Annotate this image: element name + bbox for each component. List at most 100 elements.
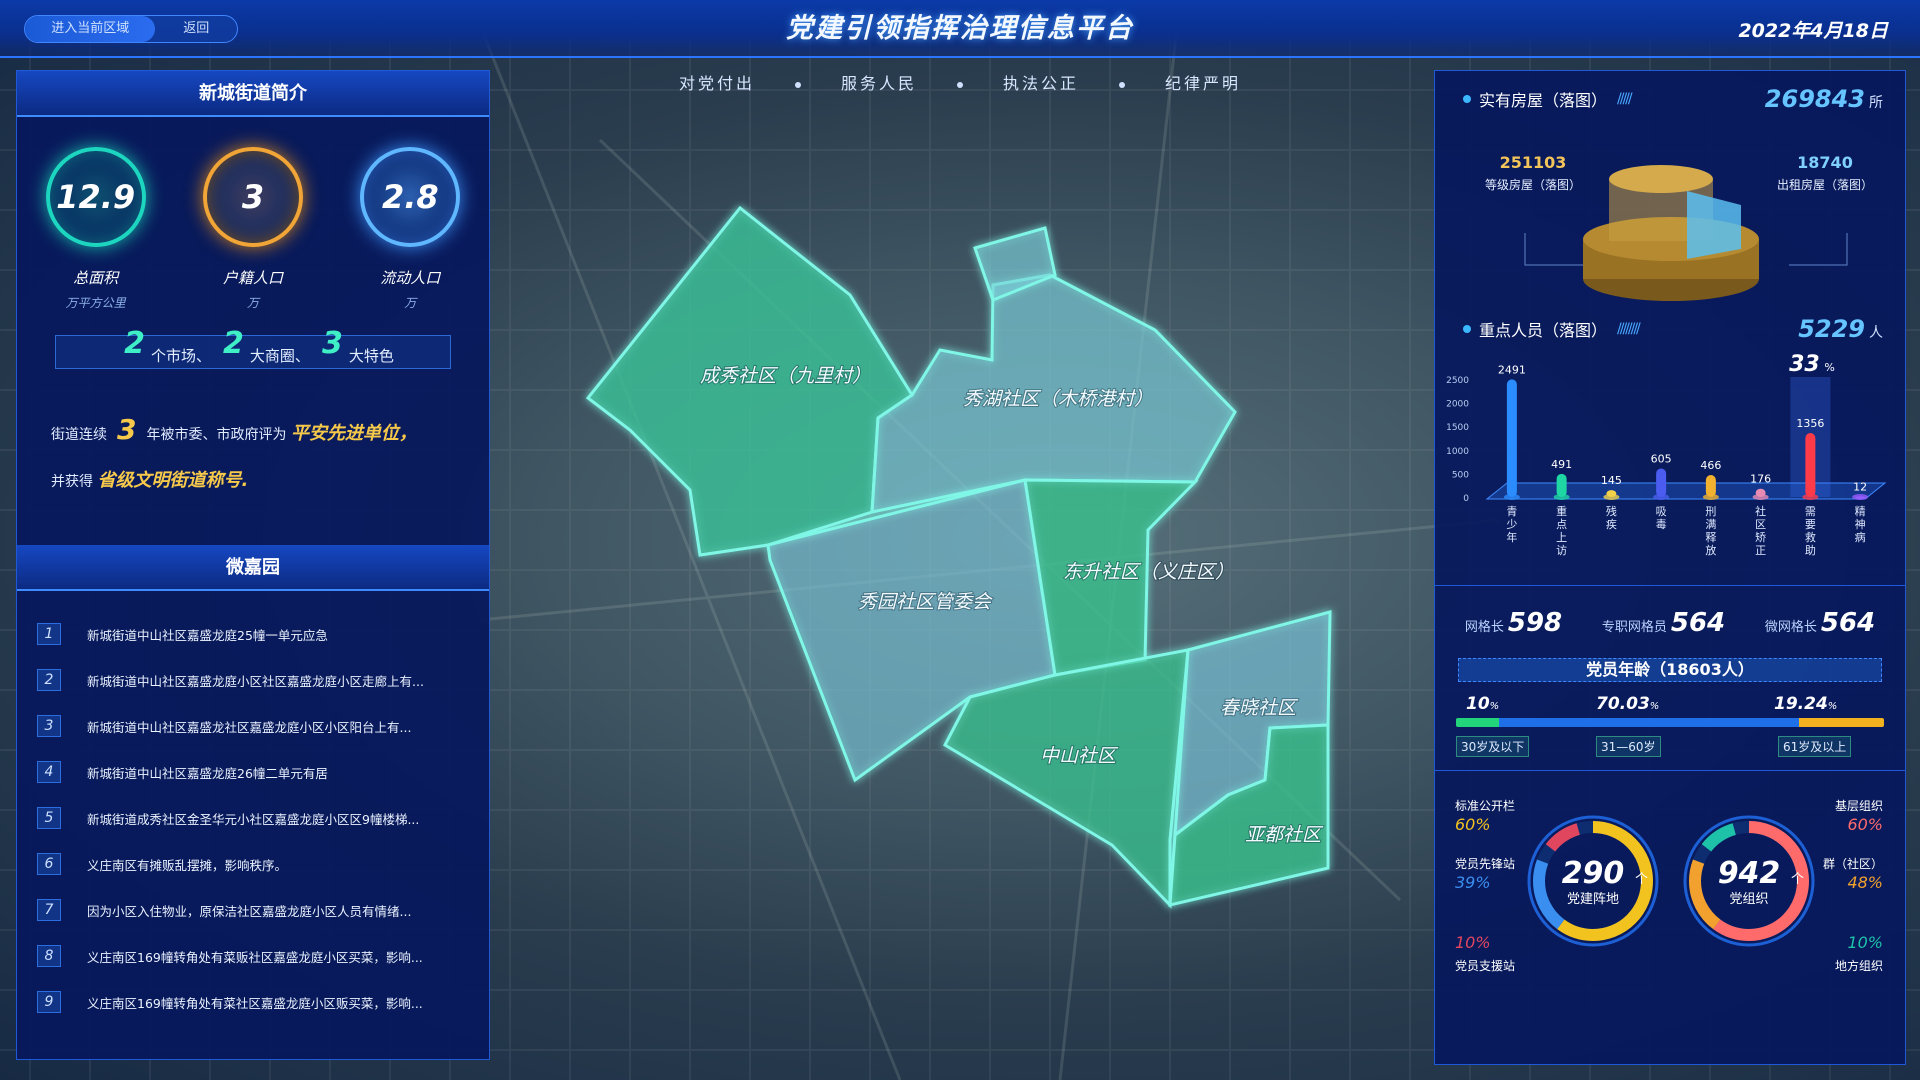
housing-3d-chart: 251103 等级房屋（落图） 18740 出租房屋（落图） (1435, 119, 1905, 309)
pie-rent-slice (1687, 191, 1741, 259)
y-tick-label: 1000 (1446, 447, 1469, 457)
category-label: 要 (1805, 518, 1816, 531)
bar-base (1852, 494, 1869, 500)
item-index: 4 (37, 761, 61, 783)
stat-area: 12.9 总面积 万平方公里 (31, 147, 161, 311)
age-pct-old: 19.24% (1774, 694, 1837, 714)
category-label: 访 (1556, 544, 1567, 557)
district-label: 亚都社区 (1245, 824, 1324, 846)
list-item[interactable]: 3 新城街道中山社区嘉盛龙社区嘉盛龙庭小区小区阳台上有... (17, 703, 489, 749)
ring2-label: 党组织 (1729, 892, 1768, 907)
housing-row: 实有房屋（落图） ///// 269843 所 (1435, 79, 1905, 119)
age-pct-young: 10% (1466, 694, 1499, 714)
y-tick-label: 1500 (1446, 423, 1469, 433)
grid-stats: 网格长 598 专职网格员 564 微网格长 564 (1435, 608, 1905, 638)
grid-micro-value: 564 (1820, 608, 1876, 638)
list-item[interactable]: 5 新城街道成秀社区金圣华元小社区嘉盛龙庭小区区9幢楼梯... (17, 795, 489, 841)
bar-value-label: 176 (1750, 473, 1771, 486)
dot-icon (794, 81, 801, 88)
item-index: 5 (37, 807, 61, 829)
bar-base (1702, 494, 1719, 500)
item-index: 8 (37, 945, 61, 967)
category-label: 满 (1705, 518, 1716, 531)
key-people-value: 5229 (1798, 315, 1865, 343)
grid-leader-label: 网格长 (1464, 620, 1504, 635)
category-label: 病 (1855, 530, 1866, 544)
highlight-pct: 33 (1789, 352, 1820, 377)
list-item[interactable]: 9 义庄南区169幢转角处有菜社区嘉盛龙庭小区贩买菜，影响... (17, 979, 489, 1025)
category-label: 年 (1506, 530, 1517, 544)
honor-p3: 并获得 (51, 474, 93, 490)
feature-count: 3 (321, 326, 343, 361)
current-date: 2022年4月18日 (1738, 20, 1888, 42)
item-text: 新城街道中山社区嘉盛龙社区嘉盛龙庭小区小区阳台上有... (87, 719, 412, 735)
age-pct-old-value: 19.24 (1774, 694, 1828, 714)
page-title: 党建引领指挥治理信息平台 (786, 13, 1134, 44)
age-bar-remainder (1880, 718, 1884, 727)
category-label: 青 (1506, 505, 1517, 518)
list-item[interactable]: 1 新城街道中山社区嘉盛龙庭25幢一单元应急 (17, 611, 489, 657)
grid-fulltime-value: 564 (1670, 608, 1726, 638)
key-people-unit: 人 (1869, 325, 1883, 341)
age-pct-mid-value: 70.03 (1596, 694, 1650, 714)
right-panel: 实有房屋（落图） ///// 269843 所 251103 等级房屋（落图） 18… (1434, 70, 1906, 1065)
wjy-title: 微嘉园 (17, 545, 489, 591)
pie-inner-top (1609, 165, 1713, 193)
dot-icon (957, 81, 963, 88)
housing-value: 269843 (1764, 85, 1865, 113)
ring1-label: 党建阵地 (1567, 892, 1619, 907)
item-text: 新城街道中山社区嘉盛龙庭小区社区嘉盛龙庭小区走廊上有... (87, 673, 424, 689)
honor-years: 3 (117, 413, 137, 446)
market-text: 个市场、 (151, 347, 212, 365)
event-list: 1 新城街道中山社区嘉盛龙庭25幢一单元应急 2 新城街道中山社区嘉盛龙庭小区社区嘉… (17, 611, 489, 1025)
district-label: 东升社区（义庄区） (1063, 561, 1234, 583)
age-title: 党员年龄（18603人） (1458, 658, 1882, 682)
category-label: 需 (1805, 505, 1816, 518)
item-text: 新城街道中山社区嘉盛龙庭26幢二单元有居 (87, 765, 328, 781)
item-text: 新城街道中山社区嘉盛龙庭25幢一单元应急 (87, 627, 328, 643)
slogan: 纪律严明 (1165, 74, 1242, 93)
category-label: 残 (1606, 504, 1617, 518)
bullet-icon (1463, 95, 1471, 103)
age-tag-old: 61岁及以上 (1778, 736, 1852, 757)
ring2-unit: 个 (1791, 872, 1804, 887)
honor-p2: 年被市委、市政府评为 (146, 427, 287, 443)
list-item[interactable]: 4 新城街道中山社区嘉盛龙庭26幢二单元有居 (17, 749, 489, 795)
left-panel: 新城街道简介 12.9 总面积 万平方公里 3 户籍人口 万 2.8 流动人口 … (16, 70, 490, 1060)
bar (1656, 468, 1667, 497)
markets-summary: 2 个市场、 2 大商圈、 3 大特色 (55, 328, 451, 369)
category-label: 刑 (1705, 505, 1716, 518)
category-label: 正 (1755, 544, 1766, 557)
bar (1705, 475, 1716, 497)
slash-decoration-icon: ///// (1617, 91, 1633, 107)
bar-value-label: 466 (1700, 459, 1721, 472)
item-text: 义庄南区有摊贩乱摆摊，影响秩序。 (87, 857, 288, 873)
bar-value-label: 1356 (1796, 417, 1824, 430)
key-people-row: 重点人员（落图） //////// 5229 人 (1435, 309, 1905, 349)
key-people-bar-chart: 0 500 1000 1500 2000 2500 2491 青少年 491 重点上访 145 残疾 6… (1446, 352, 1887, 557)
ring1-unit: 个 (1635, 872, 1648, 887)
bar-base (1603, 494, 1620, 500)
stat-unit: 万 (404, 296, 417, 310)
list-item[interactable]: 2 新城街道中山社区嘉盛龙庭小区社区嘉盛龙庭小区走廊上有... (17, 657, 489, 703)
grid-fulltime: 专职网格员 564 (1602, 608, 1725, 638)
grid-micro: 微网格长 564 (1765, 608, 1875, 638)
district-label: 秀园社区管委会 (858, 591, 993, 613)
pct-sign: % (1489, 701, 1500, 712)
feature-text: 大特色 (348, 347, 394, 365)
bullet-icon (1463, 325, 1471, 333)
pct-sign: % (1827, 701, 1838, 712)
bar (1556, 473, 1567, 497)
age-tag-young: 30岁及以下 (1456, 736, 1530, 757)
category-label: 放 (1705, 543, 1716, 557)
district-label: 春晓社区 (1220, 697, 1299, 719)
bar-base (1553, 494, 1570, 500)
housing-label-wrap: 实有房屋（落图） ///// (1463, 87, 1633, 111)
list-item[interactable]: 8 义庄南区169幢转角处有菜贩社区嘉盛龙庭小区买菜，影响... (17, 933, 489, 979)
list-item[interactable]: 7 因为小区入住物业，原保洁社区嘉盛龙庭小区人员有情绪... (17, 887, 489, 933)
category-label: 区 (1755, 518, 1766, 531)
list-item[interactable]: 6 义庄南区有摊贩乱摆摊，影响秩序。 (17, 841, 489, 887)
category-label: 释 (1705, 531, 1716, 544)
bar-value-label: 2491 (1498, 363, 1526, 376)
item-text: 新城街道成秀社区金圣华元小社区嘉盛龙庭小区区9幢楼梯... (87, 811, 420, 827)
